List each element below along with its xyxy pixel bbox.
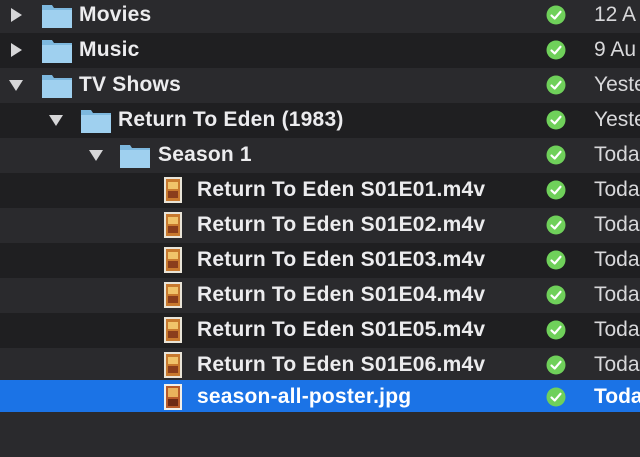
date-modified: Yeste [594,108,640,131]
synced-checkmark-icon [546,145,566,165]
synced-checkmark-icon [546,40,566,60]
list-item-season-all-poster[interactable]: season-all-poster.jpg Toda [0,380,640,415]
synced-checkmark-icon [546,215,566,235]
disclosure-collapsed-icon[interactable] [8,7,24,23]
video-file-icon [163,316,183,344]
date-modified: Toda [594,283,640,306]
video-file-icon [163,351,183,379]
list-item-s01e03[interactable]: Return To Eden S01E03.m4v Toda [0,243,640,278]
list-item-label: TV Shows [79,73,181,96]
date-modified: 12 A [594,3,637,26]
synced-checkmark-icon [546,355,566,375]
video-file-icon [163,176,183,204]
list-item-s01e04[interactable]: Return To Eden S01E04.m4v Toda [0,278,640,313]
image-file-icon [163,383,183,411]
synced-checkmark-icon [546,5,566,25]
date-modified: 9 Au [594,38,637,61]
date-modified: Toda [594,248,640,271]
synced-checkmark-icon [546,75,566,95]
file-list: Movies 12 A Music 9 Au TV Shows Yeste Re… [0,0,640,457]
folder-icon [119,141,151,169]
list-item-s01e06[interactable]: Return To Eden S01E06.m4v Toda [0,348,640,383]
folder-icon [80,106,112,134]
list-item-label: Season 1 [158,143,252,166]
folder-icon [41,36,73,64]
synced-checkmark-icon [546,320,566,340]
synced-checkmark-icon [546,387,566,407]
list-item-label: Return To Eden (1983) [118,108,344,131]
list-item-label: Return To Eden S01E06.m4v [197,353,486,376]
list-item-tv-shows[interactable]: TV Shows Yeste [0,68,640,103]
list-item-movies[interactable]: Movies 12 A [0,0,640,33]
list-item-label: Return To Eden S01E01.m4v [197,178,486,201]
list-item-label: Music [79,38,140,61]
date-modified: Toda [594,213,640,236]
date-modified: Toda [594,318,640,341]
date-modified: Toda [594,385,640,408]
disclosure-expanded-icon[interactable] [48,112,64,128]
synced-checkmark-icon [546,180,566,200]
disclosure-expanded-icon[interactable] [88,147,104,163]
list-item-s01e05[interactable]: Return To Eden S01E05.m4v Toda [0,313,640,348]
date-modified: Toda [594,143,640,166]
list-item-label: season-all-poster.jpg [197,385,412,408]
disclosure-expanded-icon[interactable] [8,77,24,93]
synced-checkmark-icon [546,110,566,130]
disclosure-collapsed-icon[interactable] [8,42,24,58]
synced-checkmark-icon [546,285,566,305]
synced-checkmark-icon [546,250,566,270]
list-item-season-1[interactable]: Season 1 Toda [0,138,640,173]
date-modified: Yeste [594,73,640,96]
list-item-label: Movies [79,3,152,26]
date-modified: Toda [594,353,640,376]
list-item-label: Return To Eden S01E05.m4v [197,318,486,341]
date-modified: Toda [594,178,640,201]
list-item-label: Return To Eden S01E03.m4v [197,248,486,271]
video-file-icon [163,246,183,274]
folder-icon [41,1,73,29]
list-item-s01e02[interactable]: Return To Eden S01E02.m4v Toda [0,208,640,243]
video-file-icon [163,281,183,309]
list-item-label: Return To Eden S01E02.m4v [197,213,486,236]
folder-icon [41,71,73,99]
list-empty-area [0,412,640,457]
video-file-icon [163,211,183,239]
list-item-music[interactable]: Music 9 Au [0,33,640,68]
list-item-label: Return To Eden S01E04.m4v [197,283,486,306]
list-item-s01e01[interactable]: Return To Eden S01E01.m4v Toda [0,173,640,208]
list-item-return-to-eden[interactable]: Return To Eden (1983) Yeste [0,103,640,138]
